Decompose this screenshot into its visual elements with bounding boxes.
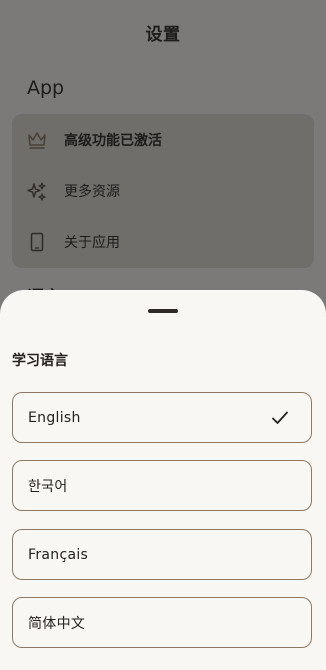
checkmark-icon: [271, 409, 289, 427]
language-option-label: 한국어: [28, 478, 68, 495]
section-title-app: App: [27, 77, 65, 99]
crown-icon: [26, 129, 48, 151]
language-option-label: Français: [28, 546, 89, 563]
sheet-title: 学习语言: [12, 353, 68, 369]
language-bottom-sheet: 学习语言 English 한국어 Français 简体中文: [0, 290, 326, 670]
settings-item-label: 高级功能已激活: [64, 133, 162, 149]
settings-item-label: 关于应用: [64, 235, 120, 251]
settings-item-label: 更多资源: [64, 184, 120, 200]
phone-icon: [26, 231, 48, 253]
sparkles-icon: [26, 180, 48, 202]
language-option-korean[interactable]: 한국어: [12, 460, 312, 511]
language-option-french[interactable]: Français: [12, 529, 312, 580]
settings-item-more-resources[interactable]: 更多资源: [12, 171, 314, 211]
settings-card: 高级功能已激活 更多资源 关于应用: [12, 114, 314, 268]
language-option-label: 简体中文: [28, 615, 86, 632]
language-option-label: English: [28, 409, 81, 426]
page-title: 设置: [145, 25, 181, 45]
drag-handle[interactable]: [148, 309, 178, 313]
settings-item-premium[interactable]: 高级功能已激活: [12, 120, 314, 160]
language-option-english[interactable]: English: [12, 392, 312, 443]
settings-item-about[interactable]: 关于应用: [12, 222, 314, 262]
language-option-chinese[interactable]: 简体中文: [12, 597, 312, 648]
